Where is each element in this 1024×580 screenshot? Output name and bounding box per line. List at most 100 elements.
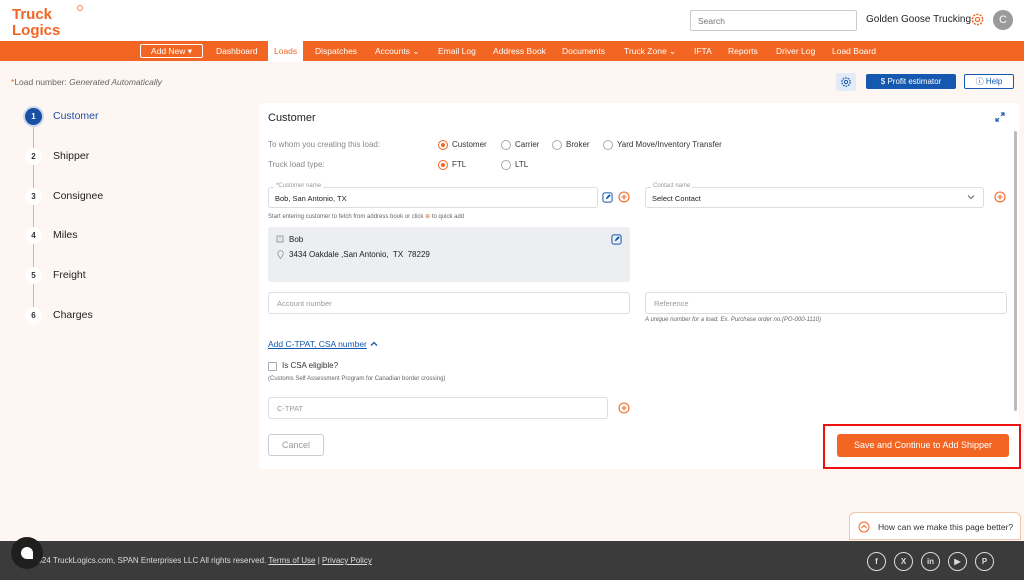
customer-hint: Start entering customer to fetch from ad…: [268, 213, 464, 220]
edit-icon[interactable]: [602, 192, 613, 203]
customer-name-field[interactable]: *Customer name Bob, San Antonio, TX: [268, 183, 598, 208]
radio-broker-label: Broker: [566, 140, 590, 149]
step-number: 1: [25, 108, 42, 125]
add-new-button[interactable]: Add New ▾: [140, 44, 203, 58]
address-name: Bob: [289, 235, 304, 244]
youtube-icon[interactable]: ▶: [948, 552, 967, 571]
nav-email-log[interactable]: Email Log: [438, 41, 476, 61]
company-name[interactable]: Golden Goose Trucking: [866, 14, 971, 25]
help-label: Help: [985, 77, 1003, 86]
linkedin-icon[interactable]: in: [921, 552, 940, 571]
truck-type-label: Truck load type:: [268, 160, 325, 169]
nav-reports[interactable]: Reports: [728, 41, 758, 61]
contact-name-select[interactable]: Contact name Select Contact: [645, 183, 984, 208]
nav-driver-log[interactable]: Driver Log: [776, 41, 815, 61]
customer-hint-a: Start entering customer to fetch from ad…: [268, 214, 424, 220]
copyright-text: 2024 TruckLogics.com, SPAN Enterprises L…: [33, 556, 267, 565]
chevron-down-icon: ⌄: [412, 46, 420, 56]
profit-estimator-button[interactable]: $ Profit estimator: [866, 74, 956, 89]
step-label: Charges: [53, 309, 93, 321]
question-icon: ⓘ: [975, 77, 984, 86]
step-number: 2: [25, 148, 42, 165]
nav-dashboard[interactable]: Dashboard: [216, 41, 258, 61]
customer-name-value: Bob, San Antonio, TX: [275, 194, 347, 203]
dollar-icon: $: [880, 77, 886, 86]
account-number-input[interactable]: Account number: [268, 292, 630, 314]
pinterest-icon[interactable]: P: [975, 552, 994, 571]
reference-input[interactable]: Reference: [645, 292, 1007, 314]
add-ctpat-link[interactable]: Add C-TPAT, CSA number: [268, 339, 367, 349]
feedback-widget[interactable]: How can we make this page better?: [849, 512, 1021, 540]
edit-address-icon[interactable]: [611, 234, 622, 245]
radio-ltl-label: LTL: [515, 160, 529, 169]
logo-line2: Logics: [12, 22, 60, 38]
facebook-icon[interactable]: f: [867, 552, 886, 571]
customer-address-card: Bob 3434 Oakdale ,San Antonio, TX 78229: [268, 227, 630, 282]
step-label: Consignee: [53, 190, 104, 202]
radio-carrier-label: Carrier: [515, 140, 540, 149]
footer-separator: |: [317, 556, 320, 565]
nav-dispatches[interactable]: Dispatches: [315, 41, 357, 61]
plus-circle-icon: ⊕: [425, 214, 431, 220]
footer: 2024 TruckLogics.com, SPAN Enterprises L…: [0, 541, 1024, 580]
load-number: *Load number: Generated Automatically: [11, 77, 162, 87]
user-avatar[interactable]: C: [993, 10, 1013, 30]
scrollbar[interactable]: [1014, 131, 1017, 411]
radio-broker[interactable]: [552, 140, 562, 150]
ctpat-input[interactable]: C-TPAT: [268, 397, 608, 419]
add-new-label: Add New: [150, 46, 186, 56]
nav-address-book[interactable]: Address Book: [493, 41, 546, 61]
address-line: 3434 Oakdale ,San Antonio, TX 78229: [289, 250, 430, 259]
ctpat-placeholder: C-TPAT: [277, 404, 303, 413]
form-title: Customer: [268, 112, 316, 124]
chat-bubble-icon[interactable]: [11, 537, 43, 569]
nav-documents[interactable]: Documents: [562, 41, 605, 61]
nav-ifta[interactable]: IFTA: [694, 41, 712, 61]
reference-placeholder: Reference: [654, 299, 689, 308]
step-label: Shipper: [53, 150, 90, 162]
chevron-up-icon[interactable]: [370, 340, 378, 348]
customer-hint-b: to quick add: [431, 214, 465, 220]
add-contact-plus-icon[interactable]: [994, 191, 1006, 203]
trucklogics-logo[interactable]: Truck Logics: [10, 4, 84, 38]
radio-yard-move[interactable]: [603, 140, 613, 150]
save-button-highlight: [823, 424, 1021, 469]
terms-link[interactable]: Terms of Use: [268, 556, 315, 565]
step-number: 5: [25, 267, 42, 284]
nav-truck-zone-label: Truck Zone: [624, 46, 667, 56]
nav-load-board[interactable]: Load Board: [832, 41, 876, 61]
csa-checkbox[interactable]: [268, 362, 277, 371]
nav-loads[interactable]: Loads: [268, 41, 304, 62]
chevron-down-icon: ▾: [187, 46, 193, 56]
help-button[interactable]: ⓘ Help: [964, 74, 1014, 89]
gear-icon: [841, 77, 851, 87]
settings-gear-icon[interactable]: [970, 12, 985, 27]
csa-hint: (Customs Self Assessment Program for Can…: [268, 376, 446, 382]
cancel-button[interactable]: Cancel: [268, 434, 324, 456]
search-input[interactable]: [690, 10, 857, 31]
privacy-link[interactable]: Privacy Policy: [322, 556, 372, 565]
nav-accounts[interactable]: Accounts ⌄: [375, 41, 419, 61]
account-number-placeholder: Account number: [277, 299, 332, 308]
chevron-up-circle-icon: [858, 521, 870, 533]
step-label: Miles: [53, 229, 78, 241]
x-icon[interactable]: X: [894, 552, 913, 571]
add-ctpat-plus-icon[interactable]: [618, 402, 630, 414]
nav-accounts-label: Accounts: [375, 46, 410, 56]
logo-line1: Truck: [12, 6, 53, 23]
chat-icon: [21, 547, 33, 559]
radio-carrier[interactable]: [501, 140, 511, 150]
radio-ftl[interactable]: [438, 160, 448, 170]
copyright: 2024 TruckLogics.com, SPAN Enterprises L…: [33, 556, 372, 565]
nav-truck-zone[interactable]: Truck Zone ⌄: [624, 41, 676, 61]
contact-name-value: Select Contact: [652, 194, 701, 203]
radio-ltl[interactable]: [501, 160, 511, 170]
profit-estimator-label: Profit estimator: [887, 77, 942, 86]
radio-yard-move-label: Yard Move/Inventory Transfer: [617, 140, 722, 149]
load-settings-button[interactable]: [836, 73, 856, 91]
expand-icon[interactable]: [995, 112, 1005, 122]
customer-form-card: Customer To whom you creating this load:…: [259, 103, 1019, 469]
step-number: 3: [25, 188, 42, 205]
radio-customer[interactable]: [438, 140, 448, 150]
add-customer-plus-icon[interactable]: [618, 191, 630, 203]
